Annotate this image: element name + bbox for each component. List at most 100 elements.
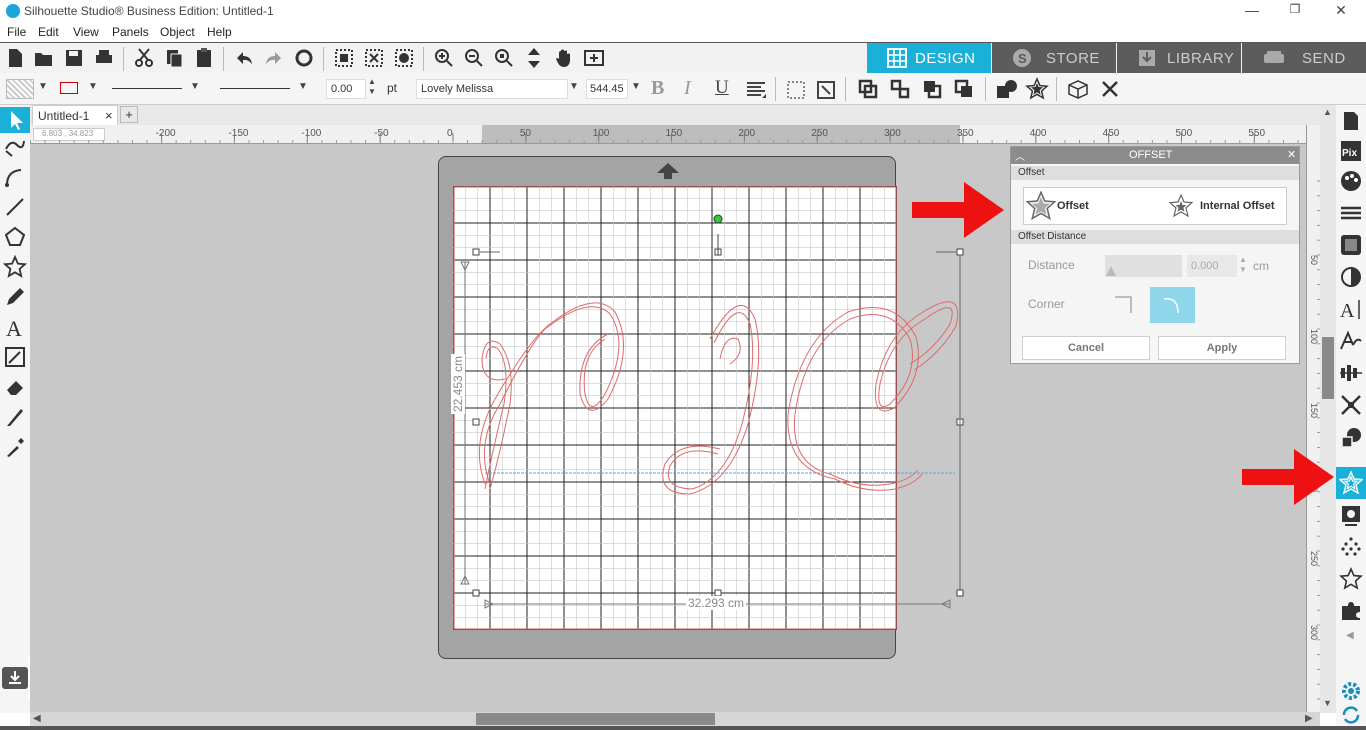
paste-icon[interactable] (193, 47, 215, 69)
zoom-fit-icon[interactable] (523, 47, 545, 69)
import-button[interactable] (2, 667, 28, 689)
add-document-button[interactable]: + (120, 106, 138, 123)
copy-icon[interactable] (163, 47, 185, 69)
scroll-up-arrow-icon[interactable]: ▲ (1323, 107, 1332, 117)
line-style-dropdown-icon[interactable]: ▼ (190, 81, 200, 92)
contrast-panel-button[interactable] (1339, 265, 1363, 289)
vertical-scrollbar[interactable]: ▲ ▼ (1320, 105, 1336, 713)
text-align-icon[interactable] (745, 79, 767, 101)
bold-button[interactable]: B (651, 77, 664, 100)
close-document-button[interactable]: × (105, 108, 113, 123)
offset-button[interactable]: Offset (1024, 188, 1154, 224)
align-panel-button[interactable] (1339, 361, 1363, 385)
transform-panel-button[interactable] (1339, 393, 1363, 417)
fill-pattern-swatch[interactable] (6, 79, 34, 99)
star-shape-tool[interactable] (2, 254, 28, 279)
italic-button[interactable]: I (684, 77, 691, 100)
release-compound-path-icon[interactable] (953, 78, 975, 100)
corner-round-button[interactable] (1150, 287, 1195, 323)
image-effects-panel-button[interactable] (1339, 233, 1363, 257)
apply-button[interactable]: Apply (1158, 336, 1286, 360)
collapse-panels-icon[interactable]: ◀ (1346, 630, 1354, 641)
ungroup-icon[interactable] (889, 78, 911, 100)
pencil-tool[interactable] (3, 285, 27, 309)
font-size-dropdown-icon[interactable]: ▼ (631, 81, 641, 92)
transform-icon[interactable] (785, 79, 807, 101)
curve-tool[interactable] (3, 165, 27, 189)
sync-button[interactable] (1339, 703, 1363, 727)
deselect-icon[interactable] (363, 47, 385, 69)
distance-input[interactable]: 0.000 (1187, 255, 1237, 277)
line-style-panel-button[interactable] (1339, 201, 1363, 225)
line-width-input[interactable]: 0.00 (326, 79, 366, 99)
cancel-button[interactable]: Cancel (1022, 336, 1150, 360)
menu-object[interactable]: Object (160, 25, 195, 39)
rotate-handle[interactable] (713, 214, 723, 224)
pan-hand-icon[interactable] (553, 47, 575, 69)
fit-to-page-icon[interactable] (583, 47, 605, 69)
line-tool[interactable] (3, 195, 27, 219)
close-toolbar-icon[interactable] (1100, 79, 1120, 99)
line-width-stepper[interactable]: ▲ ▼ (368, 77, 376, 97)
tab-design[interactable]: DESIGN (867, 43, 991, 73)
polygon-tool[interactable] (3, 225, 27, 249)
vertical-scroll-thumb[interactable] (1322, 337, 1334, 399)
page-setup-panel-button[interactable] (1339, 109, 1363, 133)
tab-send[interactable]: SEND (1242, 43, 1366, 73)
open-folder-icon[interactable] (33, 47, 55, 69)
print-icon[interactable] (93, 47, 115, 69)
close-window-button[interactable]: ✕ (1329, 2, 1353, 20)
distance-stepper[interactable]: ▲ ▼ (1239, 255, 1247, 275)
line-join-preview[interactable] (220, 88, 290, 89)
3d-box-icon[interactable] (1066, 78, 1090, 100)
scroll-left-arrow-icon[interactable]: ◀ (33, 713, 41, 724)
replicate-icon[interactable] (815, 79, 837, 101)
line-color-dropdown-icon[interactable]: ▼ (88, 81, 98, 92)
font-size-input[interactable]: 544.45 (586, 79, 628, 99)
save-icon[interactable] (63, 47, 85, 69)
horizontal-scrollbar[interactable]: ◀ ▶ (30, 712, 1320, 726)
corner-sharp-button[interactable] (1105, 287, 1149, 323)
menu-panels[interactable]: Panels (112, 25, 149, 39)
restore-button[interactable]: ❐ (1283, 2, 1307, 20)
redo-icon[interactable] (263, 47, 285, 69)
select-all-icon[interactable] (333, 47, 355, 69)
line-color-swatch[interactable] (60, 82, 78, 94)
modify-panel-button[interactable] (1339, 425, 1363, 449)
text-tool[interactable]: A (3, 315, 27, 341)
text-to-path-panel-button[interactable] (1339, 329, 1363, 353)
font-name-select[interactable]: Lovely Melissa (416, 79, 568, 99)
font-dropdown-icon[interactable]: ▼ (569, 81, 579, 92)
zoom-in-icon[interactable] (433, 47, 455, 69)
eyedropper-tool[interactable] (3, 435, 27, 459)
point-edit-tool[interactable] (3, 135, 27, 159)
make-compound-path-icon[interactable] (921, 78, 943, 100)
text-style-panel-button[interactable]: A (1339, 297, 1363, 322)
redraw-icon[interactable] (293, 47, 315, 69)
pixscan-panel-button[interactable]: Pix (1339, 139, 1363, 163)
scroll-right-arrow-icon[interactable]: ▶ (1305, 713, 1313, 724)
offset-star-icon[interactable] (1025, 77, 1049, 101)
menu-edit[interactable]: Edit (38, 25, 59, 39)
line-style-preview[interactable] (112, 88, 182, 89)
internal-offset-button[interactable]: Internal Offset (1164, 188, 1288, 224)
tab-store[interactable]: S STORE (992, 43, 1116, 73)
zoom-select-icon[interactable] (493, 47, 515, 69)
scroll-down-arrow-icon[interactable]: ▼ (1323, 698, 1332, 708)
new-document-icon[interactable] (4, 47, 26, 69)
menu-file[interactable]: File (7, 25, 26, 39)
knife-tool[interactable] (3, 405, 27, 429)
settings-button[interactable] (1339, 679, 1363, 703)
modify-shapes-icon[interactable] (995, 78, 1019, 100)
zoom-out-icon[interactable] (463, 47, 485, 69)
collapse-panel-icon[interactable]: ︿ (1015, 148, 1025, 163)
minimize-button[interactable]: — (1240, 2, 1264, 20)
slider-thumb-icon[interactable] (1105, 265, 1117, 277)
document-tab[interactable]: Untitled-1 × (32, 105, 118, 125)
line-join-dropdown-icon[interactable]: ▼ (298, 81, 308, 92)
menu-view[interactable]: View (73, 25, 99, 39)
puzzle-panel-button[interactable] (1339, 599, 1363, 623)
menu-help[interactable]: Help (207, 25, 232, 39)
offset-panel-button[interactable] (1336, 467, 1366, 499)
replicate-panel-button[interactable] (1339, 535, 1363, 559)
